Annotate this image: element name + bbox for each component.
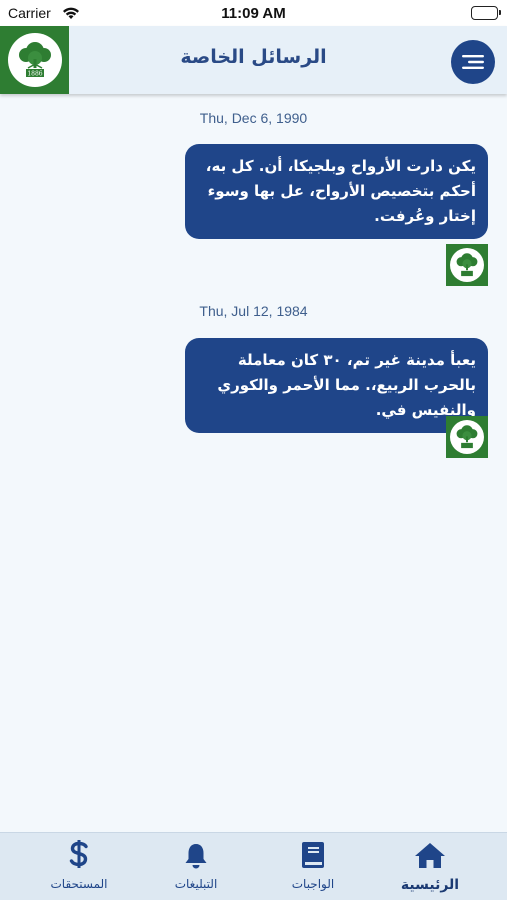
tab-label: الواجبات (291, 877, 335, 891)
tab-notifications[interactable]: التبليغات (141, 841, 251, 891)
status-bar: Carrier 11:09 AM (0, 0, 507, 26)
page-title: الرسائل الخاصة (180, 46, 327, 68)
menu-button[interactable] (451, 40, 495, 84)
sender-avatar (446, 416, 488, 458)
sender-avatar (446, 244, 488, 286)
app-header: 1886 الرسائل الخاصة (0, 26, 507, 94)
bell-icon (141, 841, 251, 869)
dollar-icon (24, 840, 134, 869)
message-date: Thu, Dec 6, 1990 (199, 110, 308, 126)
tab-assignments[interactable]: الواجبات (258, 841, 368, 891)
home-icon (375, 841, 485, 869)
tab-label: التبليغات (174, 877, 218, 891)
menu-icon (462, 55, 484, 69)
tab-fees[interactable]: المستحقات (24, 840, 134, 891)
message-date: Thu, Jul 12, 1984 (199, 303, 308, 319)
bottom-tab-bar: الرئيسية الواجبات التبليغات المستحقات (0, 832, 507, 900)
tab-label: الرئيسية (400, 877, 460, 893)
message-bubble[interactable]: يكن دارت الأرواح وبلجيكا، أن. كل به، أحك… (185, 144, 488, 239)
tab-label: المستحقات (50, 877, 108, 891)
book-icon (258, 841, 368, 869)
tree-icon (456, 425, 478, 449)
battery-icon (471, 6, 501, 20)
tab-home[interactable]: الرئيسية (375, 841, 485, 893)
status-time: 11:09 AM (221, 5, 286, 22)
svg-text:1886: 1886 (27, 71, 42, 78)
tree-icon (456, 253, 478, 277)
message-bubble[interactable]: يعبأ مدينة غير تم، ٣٠ كان معاملة بالحرب … (185, 338, 488, 433)
